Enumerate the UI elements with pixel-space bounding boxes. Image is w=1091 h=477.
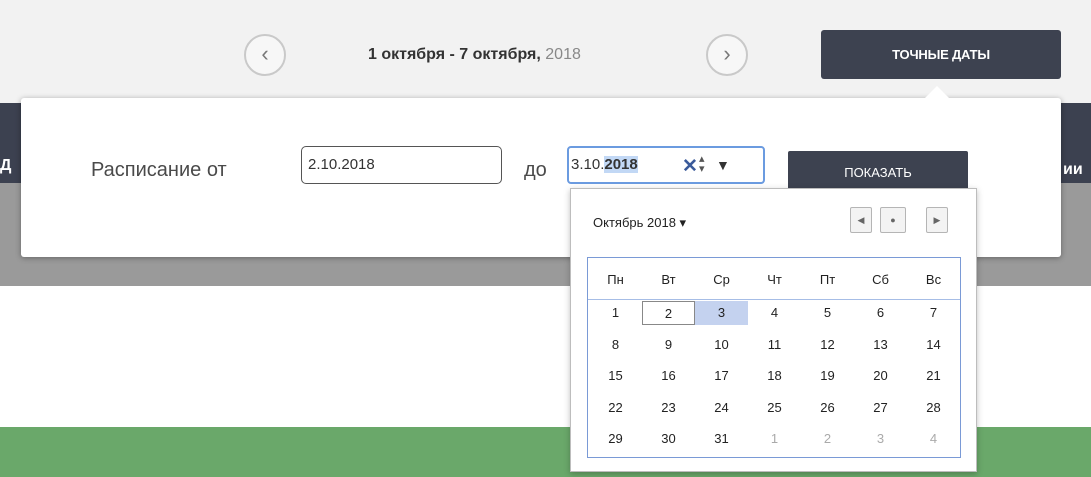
weekday-header: Вс (925, 272, 942, 287)
schedule-to-label: до (524, 159, 547, 181)
calendar-day[interactable]: 29 (589, 427, 642, 451)
calendar-day[interactable]: 14 (907, 333, 960, 357)
date-to-selected-text: 2018 (604, 156, 638, 173)
calendar-day[interactable]: 20 (854, 364, 907, 388)
calendar-day[interactable]: 8 (589, 333, 642, 357)
calendar-day[interactable]: 23 (642, 396, 695, 420)
calendar-day[interactable]: 27 (854, 396, 907, 420)
week-range-text: 1 октября - 7 октября, (368, 46, 541, 63)
date-to-value: 3.10.2018 (571, 156, 638, 173)
popover-arrow (925, 86, 949, 98)
calendar-day[interactable]: 12 (801, 333, 854, 357)
weekday-header: Вт (661, 272, 676, 287)
week-range-year: 2018 (545, 46, 581, 63)
dropdown-arrow-icon[interactable]: ▼ (716, 157, 730, 173)
week-range-label: 1 октября - 7 октября, 2018 (368, 46, 581, 64)
calendar-day[interactable]: 1 (589, 301, 642, 325)
calendar-popup: Октябрь 2018 ▾ ◀ ● ▶ Пн Вт Ср Чт Пт Сб Вс 1234… (570, 188, 977, 472)
date-to-plain: 3.10. (571, 156, 605, 173)
calendar-day[interactable]: 26 (801, 396, 854, 420)
weekday-header: Пн (607, 272, 624, 287)
date-from-input[interactable]: 2.10.2018 (301, 146, 502, 184)
weekday-header-row: Пн Вт Ср Чт Пт Сб Вс (588, 258, 960, 300)
calendar-day-other-month[interactable]: 3 (854, 427, 907, 451)
calendar-day-other-month[interactable]: 2 (801, 427, 854, 451)
calendar-day[interactable]: 18 (748, 364, 801, 388)
date-to-input[interactable]: 3.10.2018 ✕ ▴ ▾ ▼ (567, 146, 765, 184)
calendar-day-other-month[interactable]: 1 (748, 427, 801, 451)
calendar-day[interactable]: 4 (748, 301, 801, 325)
weekday-header: Сб (872, 272, 889, 287)
calendar-day[interactable]: 31 (695, 427, 748, 451)
calendar-day[interactable]: 25 (748, 396, 801, 420)
prev-month-button[interactable]: ◀ (850, 207, 872, 233)
calendar-day[interactable]: 28 (907, 396, 960, 420)
next-week-button[interactable]: › (706, 34, 748, 76)
dot-icon: ● (890, 215, 896, 225)
triangle-right-icon: ▶ (933, 215, 941, 225)
calendar-day[interactable]: 6 (854, 301, 907, 325)
calendar-day[interactable]: 16 (642, 364, 695, 388)
calendar-day[interactable]: 7 (907, 301, 960, 325)
prev-week-button[interactable]: ‹ (244, 34, 286, 76)
calendar-day[interactable]: 13 (854, 333, 907, 357)
clear-icon[interactable]: ✕ (682, 155, 698, 178)
calendar-day[interactable]: 24 (695, 396, 748, 420)
calendar-day[interactable]: 30 (642, 427, 695, 451)
spin-updown-icon[interactable]: ▴ ▾ (699, 154, 705, 175)
calendar-day[interactable]: 15 (589, 364, 642, 388)
calendar-day[interactable]: 3 (695, 301, 748, 325)
calendar-grid: Пн Вт Ср Чт Пт Сб Вс 1 2 3 4 5 6 7 8 9 10 11 12 13 14 15 16 17… (587, 257, 961, 458)
calendar-day[interactable]: 2 (642, 301, 695, 325)
calendar-day[interactable]: 10 (695, 333, 748, 357)
weekday-header: Ср (713, 272, 730, 287)
triangle-left-icon: ◀ (857, 215, 865, 225)
month-selector[interactable]: Октябрь 2018 ▾ (593, 215, 686, 231)
weekday-header: Пт (819, 272, 836, 287)
calendar-day[interactable]: 11 (748, 333, 801, 357)
today-button[interactable]: ● (880, 207, 906, 233)
next-month-button[interactable]: ▶ (926, 207, 948, 233)
calendar-day-other-month[interactable]: 4 (907, 427, 960, 451)
chevron-right-icon: › (723, 41, 731, 66)
calendar-day[interactable]: 17 (695, 364, 748, 388)
calendar-day[interactable]: 5 (801, 301, 854, 325)
calendar-day[interactable]: 19 (801, 364, 854, 388)
calendar-day[interactable]: 21 (907, 364, 960, 388)
right-edge-text: ии (1063, 161, 1083, 178)
schedule-from-label: Расписание от (91, 159, 227, 181)
exact-dates-button[interactable]: ТОЧНЫЕ ДАТЫ (821, 30, 1061, 79)
weekday-header: Чт (767, 272, 782, 287)
calendar-day[interactable]: 9 (642, 333, 695, 357)
left-edge-text: Д (0, 157, 12, 174)
calendar-day[interactable]: 22 (589, 396, 642, 420)
chevron-left-icon: ‹ (261, 41, 269, 66)
